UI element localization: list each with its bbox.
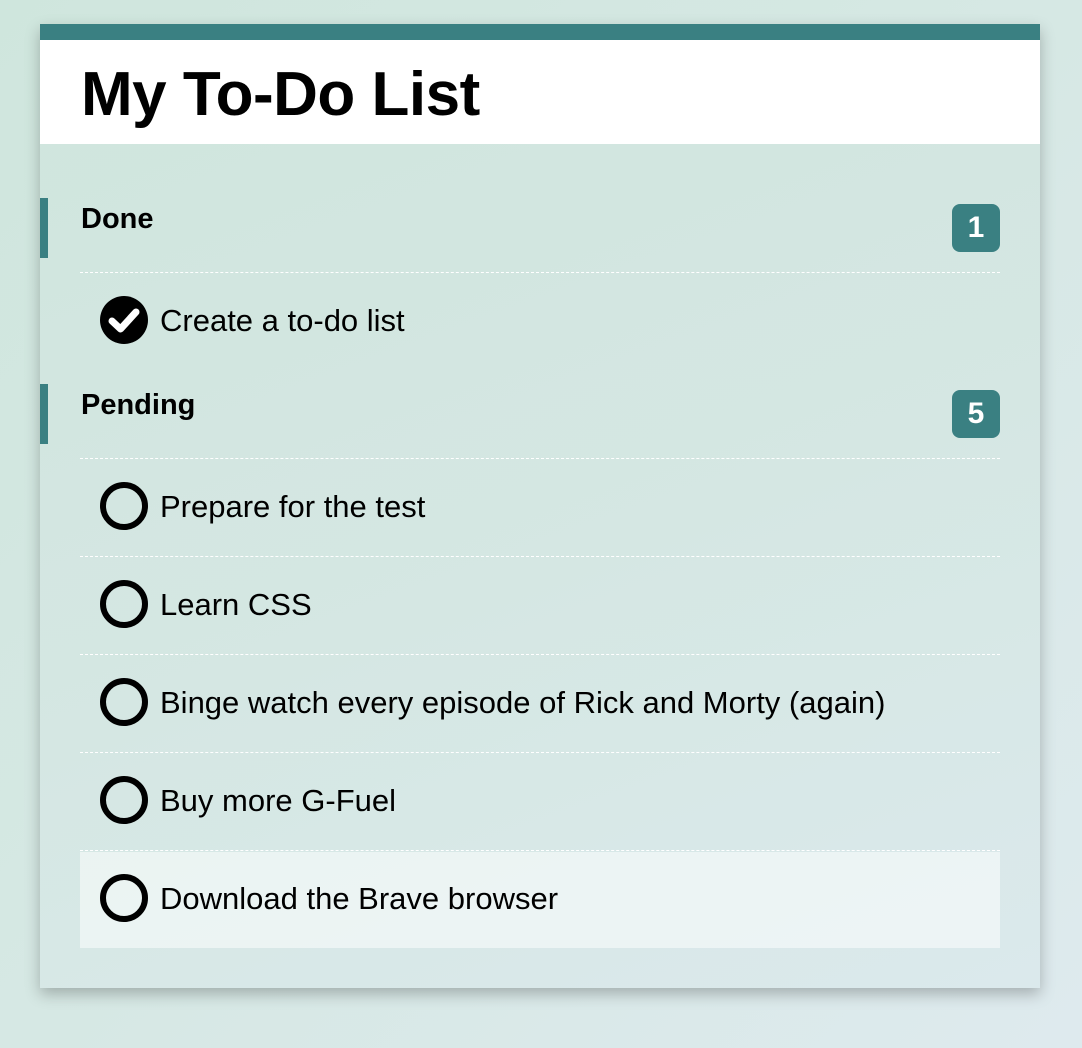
empty-circle-icon[interactable] xyxy=(100,874,148,922)
page-title: My To-Do List xyxy=(81,60,480,129)
todo-item[interactable]: Prepare for the test xyxy=(80,460,1000,556)
divider xyxy=(80,752,1000,753)
empty-circle-icon[interactable] xyxy=(100,776,148,824)
section-title-pending: Pending xyxy=(81,389,196,421)
divider xyxy=(80,850,1000,851)
todo-item[interactable]: Create a to-do list xyxy=(80,274,1000,370)
count-badge-pending: 5 xyxy=(952,390,1000,438)
todo-item[interactable]: Download the Brave browser xyxy=(80,852,1000,948)
todo-item-label: Binge watch every episode of Rick and Mo… xyxy=(160,685,886,720)
header: My To-Do List xyxy=(40,40,1040,144)
todo-item-label: Buy more G-Fuel xyxy=(160,783,397,818)
divider xyxy=(80,556,1000,557)
empty-circle-icon[interactable] xyxy=(100,482,148,530)
todo-item[interactable]: Learn CSS xyxy=(80,558,1000,654)
section-accent xyxy=(40,198,48,258)
section-header-pending: Pending 5 xyxy=(40,384,1000,444)
empty-circle-icon[interactable] xyxy=(100,678,148,726)
count-badge-done: 1 xyxy=(952,204,1000,252)
divider xyxy=(80,272,1000,273)
section-header-done: Done 1 xyxy=(40,198,1000,258)
todo-item-label: Create a to-do list xyxy=(160,303,405,338)
divider xyxy=(80,458,1000,459)
todo-item-label: Download the Brave browser xyxy=(160,881,559,916)
todo-item[interactable]: Binge watch every episode of Rick and Mo… xyxy=(80,656,1000,752)
todo-item[interactable]: Buy more G-Fuel xyxy=(80,754,1000,850)
check-circle-icon[interactable] xyxy=(100,296,148,344)
card-accent-bar xyxy=(40,24,1040,40)
todo-card: My To-Do List Done 1 Create a to-do list… xyxy=(40,24,1040,988)
todo-item-label: Learn CSS xyxy=(160,587,312,622)
empty-circle-icon[interactable] xyxy=(100,580,148,628)
todo-item-label: Prepare for the test xyxy=(160,489,426,524)
section-accent xyxy=(40,384,48,444)
section-title-done: Done xyxy=(81,203,154,235)
divider xyxy=(80,654,1000,655)
